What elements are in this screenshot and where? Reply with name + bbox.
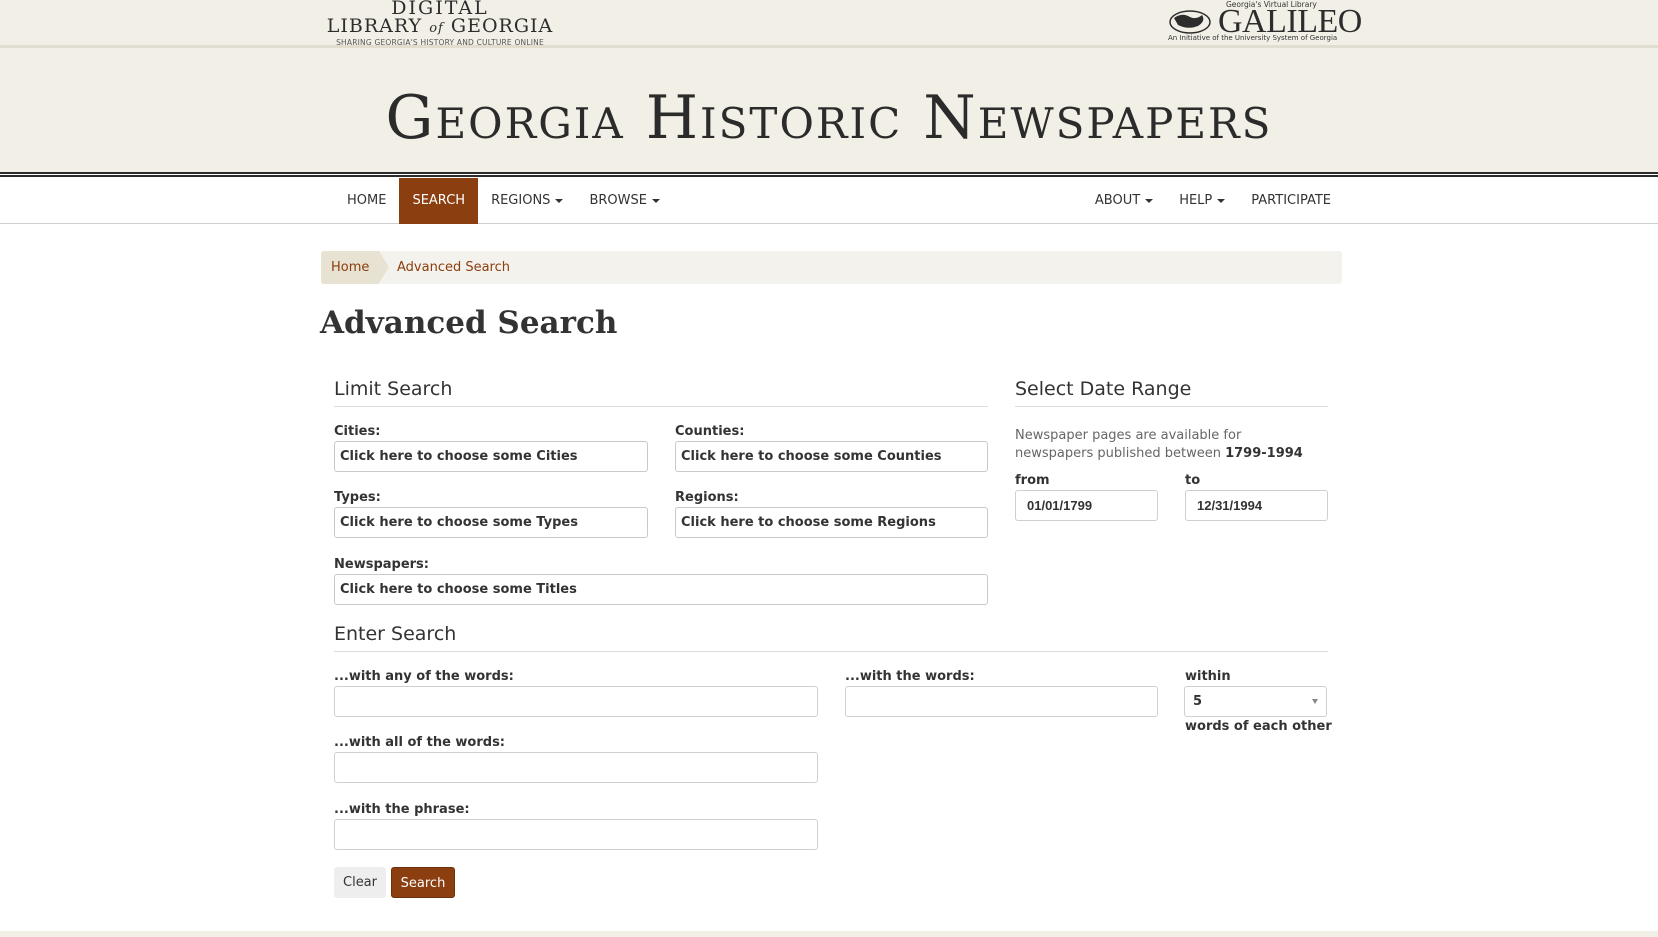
any-words-label: ...with any of the words: — [334, 669, 514, 684]
page-title: Advanced Search — [320, 305, 618, 341]
nav-home[interactable]: HOME — [334, 178, 399, 224]
masthead-rule — [0, 175, 1658, 177]
clear-button[interactable]: Clear — [334, 867, 386, 898]
within-label: within — [1185, 669, 1231, 684]
all-words-input[interactable] — [334, 752, 818, 783]
with-words-input[interactable] — [845, 686, 1158, 717]
caret-down-icon — [1145, 198, 1154, 203]
nav-about[interactable]: ABOUT — [1082, 178, 1166, 224]
cities-label: Cities: — [334, 424, 381, 439]
counties-label: Counties: — [675, 424, 745, 439]
newspapers-select[interactable]: Click here to choose some Titles — [334, 574, 988, 605]
breadcrumb-current: Advanced Search — [397, 260, 511, 275]
from-date-input[interactable] — [1015, 490, 1158, 521]
top-banner: DIGITAL LIBRARY of GEORGIA SHARING GEORG… — [0, 0, 1658, 48]
nav-right-group: ABOUT HELP PARTICIPATE — [1082, 178, 1344, 224]
newspapers-label: Newspapers: — [334, 557, 429, 572]
caret-down-icon — [555, 198, 564, 203]
types-select[interactable]: Click here to choose some Types — [334, 507, 648, 538]
counties-select[interactable]: Click here to choose some Counties — [675, 441, 988, 472]
date-range-help: Newspaper pages are available for newspa… — [1015, 428, 1303, 461]
phrase-input[interactable] — [334, 819, 818, 850]
caret-down-icon — [651, 198, 660, 203]
enter-search-heading: Enter Search — [334, 623, 1328, 652]
galileo-logo[interactable]: Georgia's Virtual Library GALILEO An Ini… — [1166, 0, 1362, 46]
limit-search-heading: Limit Search — [334, 378, 988, 407]
date-range-heading: Select Date Range — [1015, 378, 1328, 407]
breadcrumb: Home Advanced Search — [321, 251, 1342, 284]
dlg-logo-line2: LIBRARY of GEORGIA — [326, 15, 554, 37]
dlg-logo-tagline: SHARING GEORGIA'S HISTORY AND CULTURE ON… — [336, 38, 544, 47]
from-label: from — [1015, 473, 1050, 488]
footer-strip — [0, 931, 1658, 937]
cities-select[interactable]: Click here to choose some Cities — [334, 441, 648, 472]
any-words-input[interactable] — [334, 686, 818, 717]
nav-left-group: HOME SEARCH REGIONS BROWSE — [334, 178, 673, 224]
dropdown-arrow-icon — [1312, 699, 1318, 704]
types-label: Types: — [334, 490, 381, 505]
digital-library-of-georgia-logo[interactable]: DIGITAL LIBRARY of GEORGIA SHARING GEORG… — [320, 0, 560, 47]
phrase-label: ...with the phrase: — [334, 802, 470, 817]
regions-select[interactable]: Click here to choose some Regions — [675, 507, 988, 538]
main-navbar: HOME SEARCH REGIONS BROWSE ABOUT HELP PA… — [0, 178, 1658, 224]
nav-participate[interactable]: PARTICIPATE — [1238, 178, 1344, 224]
masthead: Georgia Historic Newspapers — [0, 48, 1658, 174]
with-words-label: ...with the words: — [845, 669, 975, 684]
all-words-label: ...with all of the words: — [334, 735, 506, 750]
nav-search[interactable]: SEARCH — [399, 178, 479, 224]
to-label: to — [1185, 473, 1201, 488]
galileo-subtitle: An Initiative of the University System o… — [1168, 34, 1338, 42]
site-title: Georgia Historic Newspapers — [385, 83, 1273, 153]
nav-browse[interactable]: BROWSE — [576, 178, 673, 224]
nav-help[interactable]: HELP — [1166, 178, 1238, 224]
caret-down-icon — [1217, 198, 1226, 203]
search-button[interactable]: Search — [391, 867, 455, 898]
regions-label: Regions: — [675, 490, 739, 505]
nav-regions[interactable]: REGIONS — [478, 178, 576, 224]
to-date-input[interactable] — [1185, 490, 1328, 521]
within-distance-select[interactable]: 5 — [1184, 686, 1327, 717]
breadcrumb-home-link[interactable]: Home — [321, 251, 390, 284]
within-suffix: words of each other — [1185, 719, 1332, 734]
globe-icon — [1169, 10, 1211, 34]
